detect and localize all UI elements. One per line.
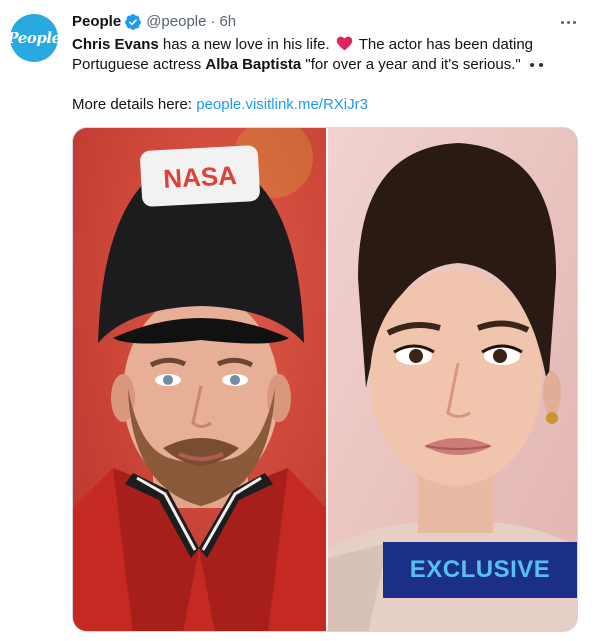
text-segment: The actor has been dating — [354, 36, 534, 53]
exclusive-badge-text: EXCLUSIVE — [409, 556, 551, 583]
text-segment: has a new love in his life. — [158, 36, 330, 53]
more-options-icon[interactable] — [554, 12, 582, 32]
chris-evans-illustration: NASA — [73, 128, 326, 631]
mention-alba-baptista: Alba Baptista — [205, 56, 302, 73]
author-handle[interactable]: @people — [146, 12, 206, 32]
tweet-text-line-1: Chris Evans has a new love in his life. … — [72, 35, 572, 55]
text-segment: "for over a year and it's serious." — [301, 56, 521, 73]
chris-evans-photo[interactable]: NASA — [73, 128, 326, 631]
avatar-logo-text: People — [10, 29, 58, 47]
tweet-text-line-2: Portuguese actress Alba Baptista "for ov… — [72, 55, 572, 75]
tweet-text-line-details: More details here: people.visitlink.me/R… — [72, 95, 572, 115]
eyes-emoji-icon — [527, 58, 545, 70]
svg-text:NASA: NASA — [162, 160, 237, 194]
red-heart-emoji-icon — [336, 36, 353, 51]
tweet[interactable]: People People @people · 6h Chris Evans h… — [0, 0, 595, 641]
details-label: More details here: — [72, 96, 197, 113]
author-name[interactable]: People — [72, 12, 121, 32]
avatar[interactable]: People — [10, 14, 58, 62]
text-segment: Portuguese actress — [72, 56, 206, 73]
exclusive-badge: EXCLUSIVE — [383, 542, 577, 598]
timestamp[interactable]: 6h — [219, 12, 236, 32]
mention-chris-evans: Chris Evans — [72, 36, 159, 53]
tweet-text: Chris Evans has a new love in his life. … — [72, 35, 572, 115]
article-link[interactable]: people.visitlink.me/RXiJr3 — [196, 96, 368, 113]
tweet-header: People @people · 6h — [72, 12, 236, 32]
media-photo[interactable]: NASA EXCLUSIVE — [72, 127, 578, 632]
verified-badge-icon — [125, 14, 142, 30]
separator-dot: · — [210, 13, 216, 30]
